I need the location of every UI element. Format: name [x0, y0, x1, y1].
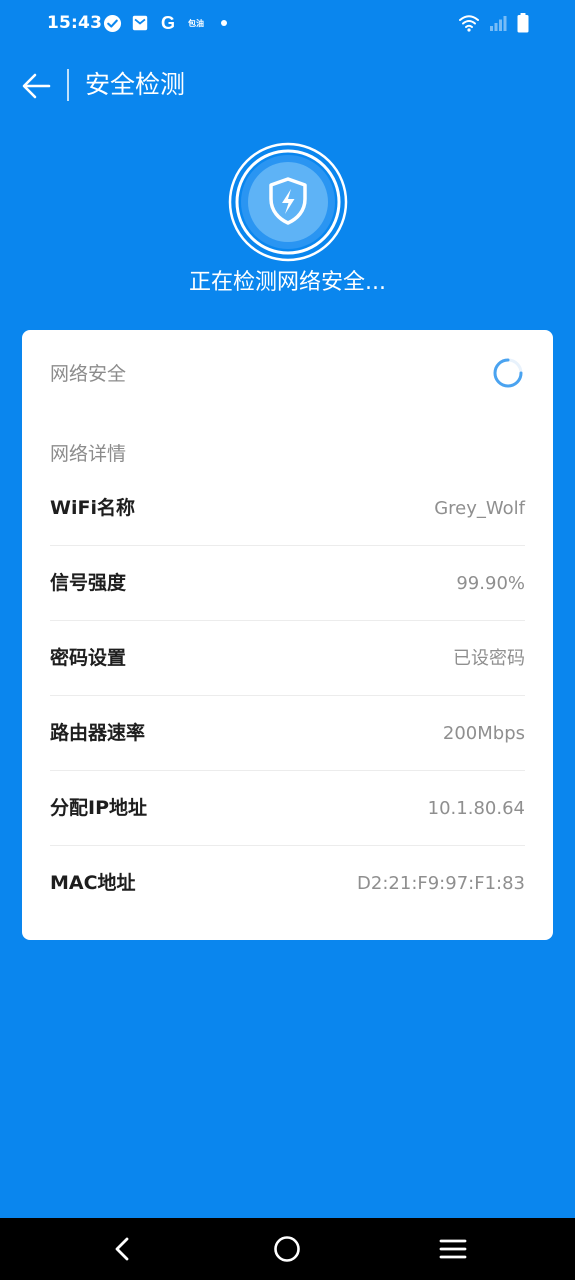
system-nav-bar [0, 1218, 575, 1280]
row-value: 10.1.80.64 [427, 798, 525, 819]
detail-row-mac-address: MAC地址 D2:21:F9:97:F1:83 [50, 846, 525, 921]
shield-scan-indicator [227, 141, 349, 263]
nav-home-button[interactable] [269, 1231, 305, 1267]
check-circle-icon [102, 13, 122, 33]
header-divider [67, 69, 69, 101]
row-label: MAC地址 [50, 872, 136, 894]
network-info-card: 网络安全 网络详情 WiFi名称 Grey_Wolf 信号强度 99.90% 密… [22, 330, 553, 940]
row-value: 99.90% [456, 573, 525, 594]
status-time: 15:43 [47, 13, 103, 33]
row-label: WiFi名称 [50, 497, 135, 519]
notification-icons: G 包油 [102, 13, 234, 33]
row-value: 已设密码 [453, 648, 525, 669]
battery-icon [517, 13, 529, 37]
hamburger-menu-icon [439, 1239, 467, 1259]
dot-icon [214, 13, 234, 33]
row-label: 密码设置 [50, 647, 127, 669]
detail-row-password: 密码设置 已设密码 [50, 621, 525, 696]
app-header: 安全检测 [0, 60, 575, 112]
circle-home-icon [274, 1236, 300, 1262]
nav-menu-button[interactable] [435, 1231, 471, 1267]
arrow-left-icon [22, 73, 51, 99]
network-details-label: 网络详情 [50, 443, 127, 465]
row-label: 路由器速率 [50, 722, 146, 744]
scan-status-message: 正在检测网络安全... [189, 270, 386, 295]
network-security-label: 网络安全 [50, 363, 127, 385]
system-icons [459, 13, 529, 37]
app-notification-icon: 包油 [186, 13, 206, 33]
page-title: 安全检测 [85, 70, 186, 99]
back-button[interactable] [18, 68, 54, 104]
app-notification-text: 包油 [188, 18, 204, 28]
row-label: 信号强度 [50, 572, 127, 594]
row-value: 200Mbps [442, 723, 525, 744]
row-value: D2:21:F9:97:F1:83 [357, 873, 525, 894]
chevron-left-icon [115, 1237, 129, 1261]
detail-row-signal-strength: 信号强度 99.90% [50, 546, 525, 621]
row-value: Grey_Wolf [434, 498, 525, 519]
detail-row-wifi-name: WiFi名称 Grey_Wolf [50, 471, 525, 546]
mail-icon [130, 13, 150, 33]
detail-row-ip-address: 分配IP地址 10.1.80.64 [50, 771, 525, 846]
google-letter: G [160, 12, 175, 33]
signal-icon [489, 14, 507, 36]
nav-back-button[interactable] [104, 1231, 140, 1267]
status-bar: 15:43 G 包油 [0, 0, 575, 48]
loading-spinner-icon [492, 357, 524, 389]
wifi-icon [459, 14, 479, 36]
row-label: 分配IP地址 [50, 797, 147, 819]
detail-row-router-speed: 路由器速率 200Mbps [50, 696, 525, 771]
google-icon: G [158, 13, 178, 33]
